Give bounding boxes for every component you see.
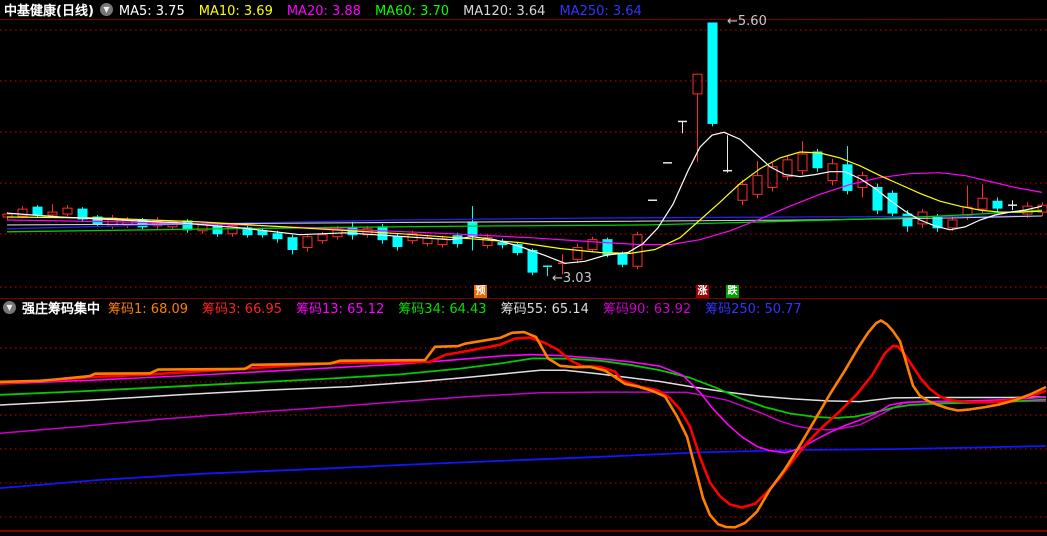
ma-line-ma20 bbox=[7, 173, 1042, 245]
candle-60 bbox=[903, 214, 912, 226]
candle-41 bbox=[618, 254, 627, 264]
price-panel-header: 中基健康(日线) ▼ MA5: 3.75 MA10: 3.69 MA20: 3.88… bbox=[0, 0, 1047, 19]
candle-38 bbox=[573, 248, 582, 260]
candle-63 bbox=[948, 220, 957, 228]
candle-26 bbox=[393, 237, 402, 247]
indicator-title[interactable]: 强庄筹码集中 bbox=[22, 298, 100, 317]
candle-49 bbox=[738, 184, 747, 200]
chip-line-chip250 bbox=[0, 446, 1046, 488]
candle-50 bbox=[753, 176, 762, 195]
candle-65 bbox=[978, 198, 987, 209]
candle-3 bbox=[48, 212, 57, 215]
event-badge-1[interactable]: 涨 bbox=[696, 285, 709, 298]
chip-line-chip1 bbox=[0, 321, 1046, 528]
candle-47 bbox=[708, 23, 717, 123]
chip-label-0: 筹码1: 68.09 bbox=[108, 302, 188, 317]
event-badge-0[interactable]: 预 bbox=[474, 285, 487, 298]
chevron-down-icon[interactable]: ▼ bbox=[3, 301, 16, 314]
candle-14 bbox=[213, 226, 222, 234]
candle-18 bbox=[273, 234, 282, 239]
indicator-label-row: 筹码1: 68.09 筹码3: 66.95 筹码13: 65.12 筹码34: 64.… bbox=[108, 298, 816, 317]
ma-line-ma10 bbox=[7, 152, 1042, 253]
candle-12 bbox=[183, 221, 192, 230]
candle-21 bbox=[318, 235, 327, 241]
candle-54 bbox=[813, 152, 822, 168]
candle-2 bbox=[33, 207, 42, 215]
candle-13 bbox=[198, 225, 207, 231]
ma-label-0: MA5: 3.75 bbox=[119, 4, 185, 19]
low-price-marker: ←3.03 bbox=[552, 272, 592, 285]
chip-label-2: 筹码13: 65.12 bbox=[296, 302, 384, 317]
event-badge-2[interactable]: 跌 bbox=[726, 285, 739, 298]
chip-label-3: 筹码34: 64.43 bbox=[398, 302, 486, 317]
chip-label-1: 筹码3: 66.95 bbox=[202, 302, 282, 317]
ma-label-5: MA250: 3.64 bbox=[559, 4, 641, 19]
ma-label-row: MA5: 3.75 MA10: 3.69 MA20: 3.88 MA60: 3.70 M… bbox=[119, 0, 656, 19]
candle-20 bbox=[303, 237, 312, 248]
chip-label-5: 筹码90: 63.92 bbox=[603, 302, 691, 317]
candle-17 bbox=[258, 231, 267, 235]
candle-46 bbox=[693, 74, 702, 94]
candle-53 bbox=[798, 154, 807, 171]
high-price-marker: ←5.60 bbox=[727, 15, 767, 28]
indicator-chart[interactable] bbox=[0, 318, 1047, 536]
chip-label-6: 筹码250: 50.77 bbox=[705, 302, 802, 317]
candle-series bbox=[3, 23, 1047, 276]
candle-35 bbox=[528, 250, 537, 272]
candle-4 bbox=[63, 208, 72, 214]
candle-42 bbox=[633, 235, 642, 267]
candle-59 bbox=[888, 193, 897, 213]
stock-title[interactable]: 中基健康(日线) bbox=[4, 0, 94, 19]
chip-line-chip3 bbox=[0, 338, 1046, 508]
candlestick-chart[interactable] bbox=[0, 20, 1047, 298]
candle-31 bbox=[468, 222, 477, 236]
indicator-panel-header: ▼ 强庄筹码集中 筹码1: 68.09 筹码3: 66.95 筹码13: 65.12… bbox=[0, 299, 1047, 316]
trading-app-window: 中基健康(日线) ▼ MA5: 3.75 MA10: 3.69 MA20: 3.88… bbox=[0, 0, 1047, 536]
ma-label-4: MA120: 3.64 bbox=[463, 4, 545, 19]
chip-label-4: 筹码55: 65.14 bbox=[501, 302, 589, 317]
chevron-down-icon[interactable]: ▼ bbox=[100, 3, 113, 16]
candle-66 bbox=[993, 201, 1002, 208]
chip-line-chip34 bbox=[0, 358, 1046, 418]
ma-label-1: MA10: 3.69 bbox=[199, 4, 273, 19]
ma-label-3: MA60: 3.70 bbox=[375, 4, 449, 19]
ma-label-2: MA20: 3.88 bbox=[287, 4, 361, 19]
candle-19 bbox=[288, 238, 297, 250]
